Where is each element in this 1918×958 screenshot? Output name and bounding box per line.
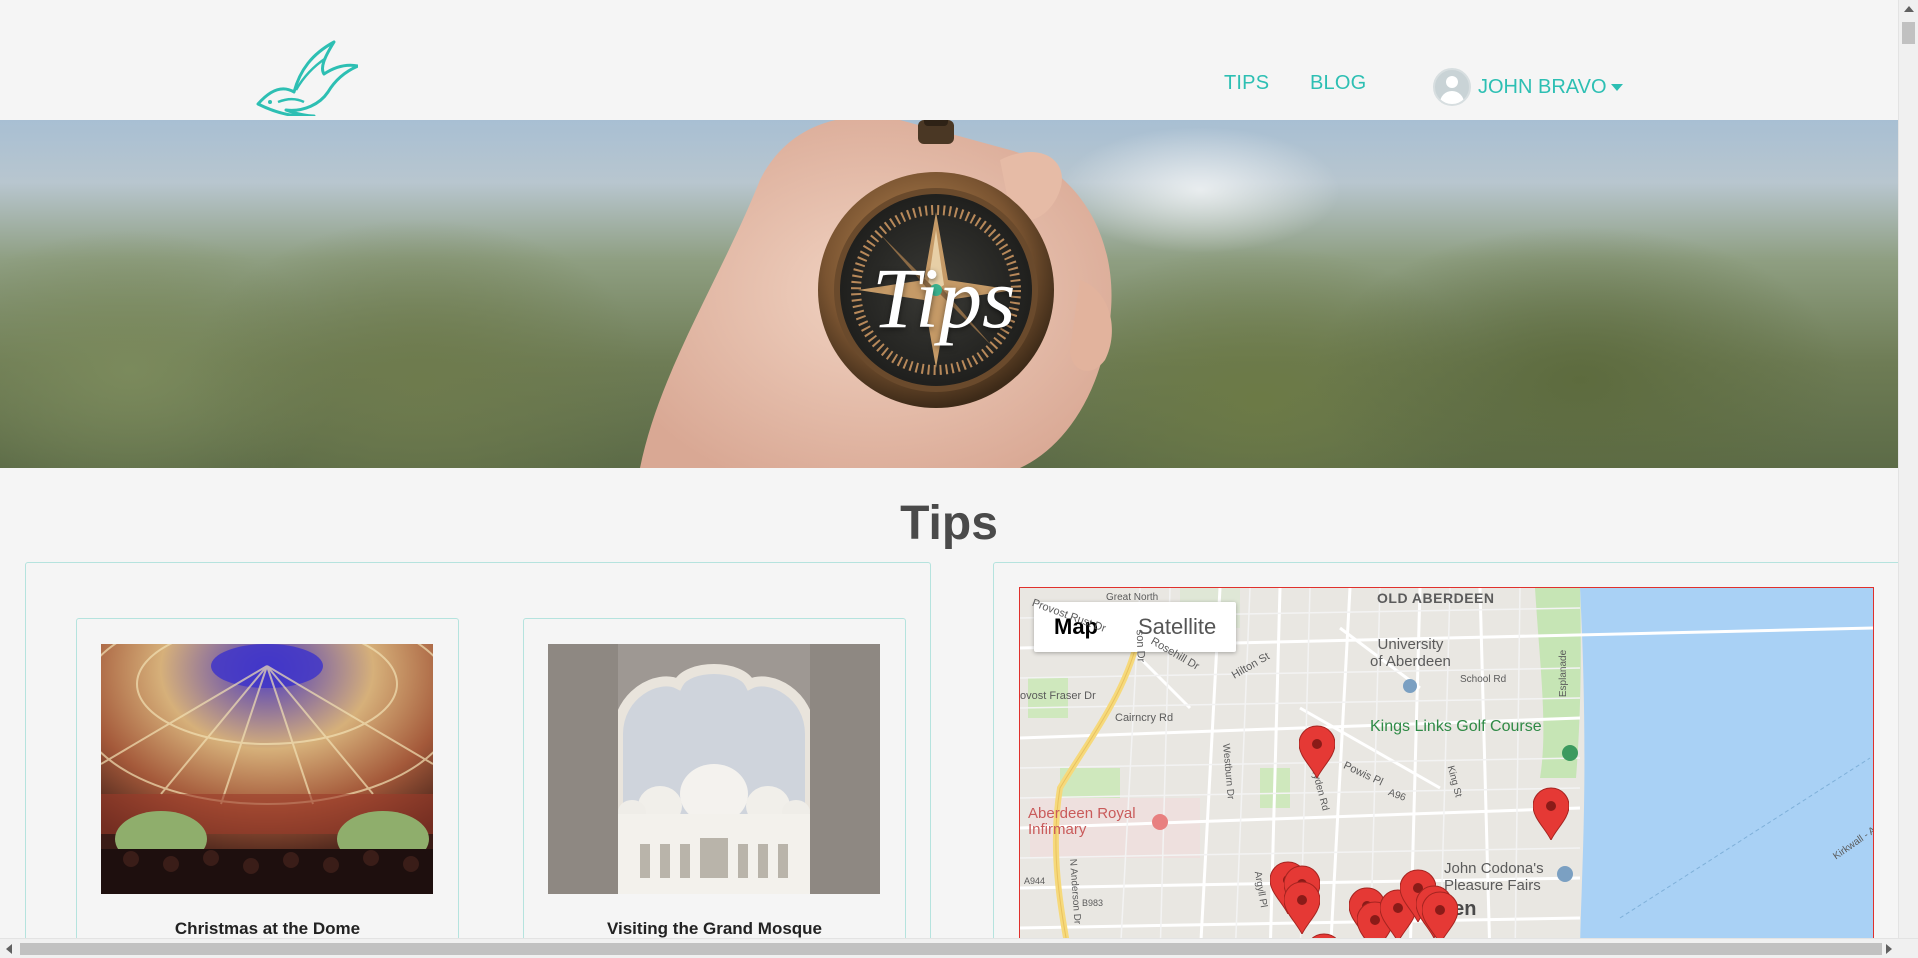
vertical-scroll-thumb[interactable] (1902, 22, 1915, 44)
map-label-university: University of Aberdeen (1370, 636, 1451, 670)
tip-card-title[interactable]: Visiting the Grand Mosque (524, 919, 905, 939)
page-title: Tips (900, 497, 998, 550)
swallow-bird-logo-icon[interactable] (254, 40, 358, 116)
tips-map[interactable]: Map Satellite OLD ABERDEEN Great North U… (1019, 587, 1874, 958)
map-label-cairncry: Cairncry Rd (1115, 712, 1174, 724)
user-avatar-icon (1433, 68, 1471, 106)
map-label-anderson-dr: son Dr (1133, 629, 1147, 663)
nav-blog-link[interactable]: BLOG (1310, 72, 1366, 95)
map-pin-icon[interactable] (1533, 786, 1569, 840)
scroll-left-icon[interactable] (6, 944, 12, 954)
tip-card[interactable]: Visiting the Grand Mosque (523, 618, 906, 958)
user-menu[interactable]: JOHN BRAVO (1433, 68, 1623, 106)
map-label-pleasure-fairs: John Codona's Pleasure Fairs (1444, 860, 1544, 894)
nav-tips-link[interactable]: TIPS (1224, 72, 1269, 95)
horizontal-scroll-thumb[interactable] (20, 943, 1882, 955)
map-label-a944: A944 (1024, 876, 1046, 886)
map-label-esplanade: Esplanade (1558, 649, 1570, 698)
vertical-scrollbar[interactable] (1898, 0, 1918, 938)
map-label-b983: B983 (1082, 898, 1104, 908)
map-pin-icon[interactable] (1422, 890, 1458, 944)
hero-banner: Tips (0, 120, 1898, 468)
hero-title: Tips (872, 250, 1016, 346)
map-label-provost-fraser: ovost Fraser Dr (1020, 690, 1096, 702)
scroll-right-icon[interactable] (1886, 944, 1892, 954)
map-pin-icon[interactable] (1299, 724, 1335, 778)
map-label-kings-links: Kings Links Golf Course (1370, 718, 1542, 735)
map-pin-icon[interactable] (1284, 880, 1320, 934)
tip-card[interactable]: Christmas at the Dome (76, 618, 459, 958)
tip-card-title[interactable]: Christmas at the Dome (77, 919, 458, 939)
horizontal-scrollbar[interactable] (0, 938, 1918, 958)
dome-ceiling-photo[interactable] (101, 644, 433, 894)
map-label-old-aberdeen: OLD ABERDEEN (1377, 590, 1495, 606)
scroll-up-icon[interactable] (1904, 6, 1914, 12)
caret-down-icon (1610, 83, 1623, 91)
map-label-infirmary: Aberdeen Royal Infirmary (1028, 805, 1136, 838)
user-name: JOHN BRAVO (1478, 75, 1607, 98)
grand-mosque-arch-photo[interactable] (548, 644, 880, 894)
map-label-great-north: Great North (1106, 592, 1159, 603)
site-header: TIPS BLOG JOHN BRAVO (0, 0, 1898, 120)
map-label-school-rd: School Rd (1460, 674, 1507, 685)
